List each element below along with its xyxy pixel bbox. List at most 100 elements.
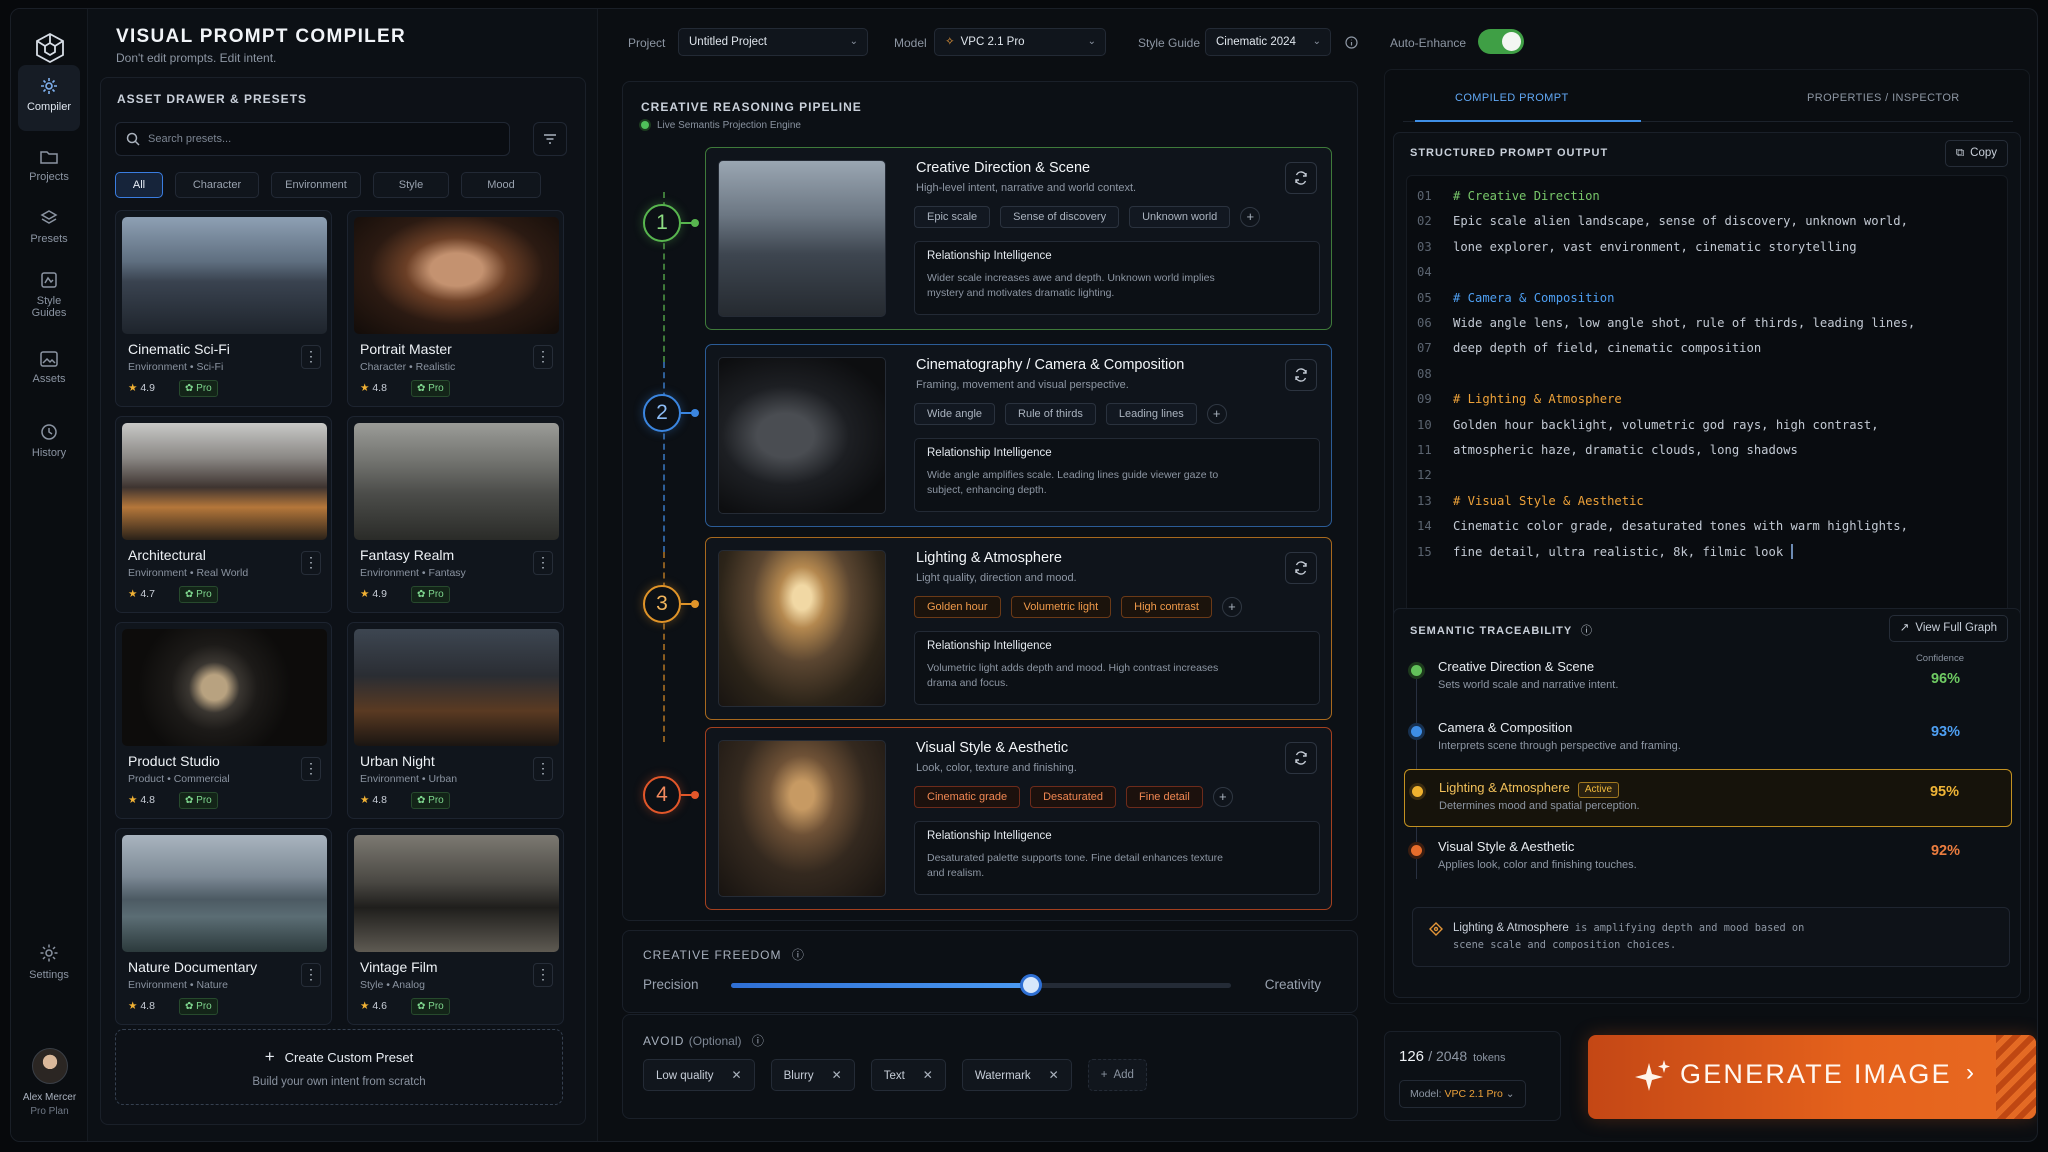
chip-mood[interactable]: Mood <box>461 172 541 198</box>
more-options-button[interactable]: ⋮ <box>533 551 553 575</box>
add-avoid-button[interactable]: + Add <box>1087 1059 1147 1091</box>
slider-handle[interactable] <box>1023 977 1039 993</box>
preset-card[interactable]: Vintage Film Style • Analog ★ 4.6 ✿ Pro … <box>347 828 564 1025</box>
tag[interactable]: High contrast <box>1121 596 1212 618</box>
line-text: fine detail, ultra realistic, 8k, filmic… <box>1453 545 1784 560</box>
tag[interactable]: Fine detail <box>1126 786 1203 808</box>
trace-row[interactable]: Lighting & Atmosphere Active Determines m… <box>1404 769 2012 827</box>
chip-environment[interactable]: Environment <box>271 172 361 198</box>
rail-item-compiler[interactable]: Compiler <box>18 65 80 131</box>
filter-button[interactable] <box>533 122 567 156</box>
chip-character[interactable]: Character <box>175 172 259 198</box>
preset-card[interactable]: Cinematic Sci-Fi Environment • Sci-Fi ★ … <box>115 210 332 407</box>
tag[interactable]: Sense of discovery <box>1000 206 1120 228</box>
info-icon[interactable]: ⓘ <box>1581 625 1593 637</box>
refresh-button[interactable] <box>1285 742 1317 774</box>
preset-card[interactable]: Fantasy Realm Environment • Fantasy ★ 4.… <box>347 416 564 613</box>
search-input[interactable] <box>148 123 498 155</box>
info-icon[interactable] <box>1345 36 1358 49</box>
step-card-lighting[interactable]: Lighting & Atmosphere Light quality, dir… <box>705 537 1332 720</box>
close-icon[interactable]: ✕ <box>832 1068 842 1082</box>
add-tag-button[interactable]: + <box>1240 207 1261 227</box>
step-card-creative-direction[interactable]: Creative Direction & Scene High-level in… <box>705 147 1332 330</box>
line-text: # Creative Direction <box>1453 189 1600 203</box>
star-icon: ★ <box>128 588 138 600</box>
refresh-icon <box>1295 368 1307 382</box>
trace-row[interactable]: Camera & Composition Interprets scene th… <box>1404 710 2012 768</box>
code-line: 06 Wide angle lens, low angle shot, rule … <box>1407 316 2007 341</box>
tag[interactable]: Cinematic grade <box>914 786 1021 808</box>
more-options-button[interactable]: ⋮ <box>301 757 321 781</box>
refresh-button[interactable] <box>1285 359 1317 391</box>
active-badge: Active <box>1577 782 1620 798</box>
more-options-button[interactable]: ⋮ <box>533 345 553 369</box>
model-select[interactable]: ✧ VPC 2.1 Pro ⌄ <box>934 28 1106 56</box>
tag[interactable]: Golden hour <box>914 596 1001 618</box>
more-options-button[interactable]: ⋮ <box>533 757 553 781</box>
close-icon[interactable]: ✕ <box>1049 1068 1059 1082</box>
preset-name: Fantasy Realm <box>360 547 455 563</box>
filter-icon <box>544 134 556 144</box>
rail-item-history[interactable]: History <box>18 411 80 477</box>
view-full-graph-button[interactable]: ↗ View Full Graph <box>1888 615 2008 642</box>
tag[interactable]: Desaturated <box>1030 786 1117 808</box>
add-tag-button[interactable]: + <box>1221 597 1242 617</box>
style-guide-select[interactable]: Cinematic 2024 ⌄ <box>1205 28 1331 56</box>
trace-desc: Applies look, color and finishing touche… <box>1438 859 1637 871</box>
rail-item-assets[interactable]: Assets <box>18 339 80 405</box>
prompt-code-editor[interactable]: 01 # Creative Direction 02 Epic scale alien… <box>1406 175 2008 641</box>
preset-meta: Environment • Sci-Fi <box>128 361 224 373</box>
auto-enhance-toggle[interactable] <box>1478 29 1524 54</box>
add-tag-button[interactable]: + <box>1206 404 1227 424</box>
close-icon[interactable]: ✕ <box>923 1068 933 1082</box>
preset-thumbnail <box>354 629 559 746</box>
creative-freedom-slider[interactable] <box>731 977 1231 993</box>
more-options-button[interactable]: ⋮ <box>301 963 321 987</box>
more-options-button[interactable]: ⋮ <box>533 963 553 987</box>
refresh-button[interactable] <box>1285 162 1317 194</box>
tab-properties-inspector[interactable]: PROPERTIES / INSPECTOR <box>1807 92 1960 104</box>
tag[interactable]: Unknown world <box>1129 206 1231 228</box>
creative-freedom-title: CREATIVE FREEDOM ⓘ <box>643 948 805 962</box>
preset-meta: Environment • Nature <box>128 979 228 991</box>
preset-card[interactable]: Nature Documentary Environment • Nature … <box>115 828 332 1025</box>
trace-row[interactable]: Creative Direction & Scene Sets world sc… <box>1404 649 2012 707</box>
close-icon[interactable]: ✕ <box>732 1068 742 1082</box>
tag[interactable]: Volumetric light <box>1010 596 1112 618</box>
rail-item-style-guides[interactable]: Style Guides <box>18 259 80 331</box>
tag[interactable]: Rule of thirds <box>1005 403 1096 425</box>
preset-card[interactable]: Portrait Master Character • Realistic ★ … <box>347 210 564 407</box>
trace-row[interactable]: Visual Style & Aesthetic Applies look, c… <box>1404 829 2012 887</box>
rail-item-presets[interactable]: Presets <box>18 197 80 263</box>
more-options-button[interactable]: ⋮ <box>301 551 321 575</box>
step-card-camera[interactable]: Cinematography / Camera & Composition Fr… <box>705 344 1332 527</box>
preset-card[interactable]: Product Studio Product • Commercial ★ 4.… <box>115 622 332 819</box>
layers-icon <box>40 210 58 224</box>
tag[interactable]: Epic scale <box>914 206 991 228</box>
step-card-visual-style[interactable]: Visual Style & Aesthetic Look, color, te… <box>705 727 1332 910</box>
preset-card[interactable]: Architectural Environment • Real World ★… <box>115 416 332 613</box>
copy-button[interactable]: ⧉ Copy <box>1944 140 2008 167</box>
refresh-icon <box>1295 751 1307 765</box>
project-select[interactable]: Untitled Project ⌄ <box>678 28 868 56</box>
tag[interactable]: Leading lines <box>1105 403 1197 425</box>
tab-compiled-prompt[interactable]: COMPILED PROMPT <box>1455 92 1569 104</box>
generate-image-button[interactable]: GENERATE IMAGE › <box>1588 1035 2036 1119</box>
more-options-button[interactable]: ⋮ <box>301 345 321 369</box>
add-tag-button[interactable]: + <box>1212 787 1233 807</box>
info-icon[interactable]: ⓘ <box>792 948 805 962</box>
info-icon[interactable]: ⓘ <box>752 1034 765 1048</box>
user-profile[interactable]: Alex Mercer Pro Plan <box>11 1048 88 1117</box>
footer-model-select[interactable]: Model: VPC 2.1 Pro ⌄ <box>1399 1080 1526 1108</box>
star-icon: ★ <box>360 588 370 600</box>
rail-item-settings[interactable]: Settings <box>18 931 80 997</box>
step-title: Creative Direction & Scene <box>916 160 1091 176</box>
refresh-button[interactable] <box>1285 552 1317 584</box>
preset-card[interactable]: Urban Night Environment • Urban ★ 4.8 ✿ … <box>347 622 564 819</box>
chip-all[interactable]: All <box>115 172 163 198</box>
chip-style[interactable]: Style <box>373 172 449 198</box>
rail-item-projects[interactable]: Projects <box>18 137 80 203</box>
step-dot <box>691 219 699 227</box>
create-custom-preset-button[interactable]: + Create Custom Preset Build your own int… <box>115 1029 563 1105</box>
tag[interactable]: Wide angle <box>914 403 996 425</box>
